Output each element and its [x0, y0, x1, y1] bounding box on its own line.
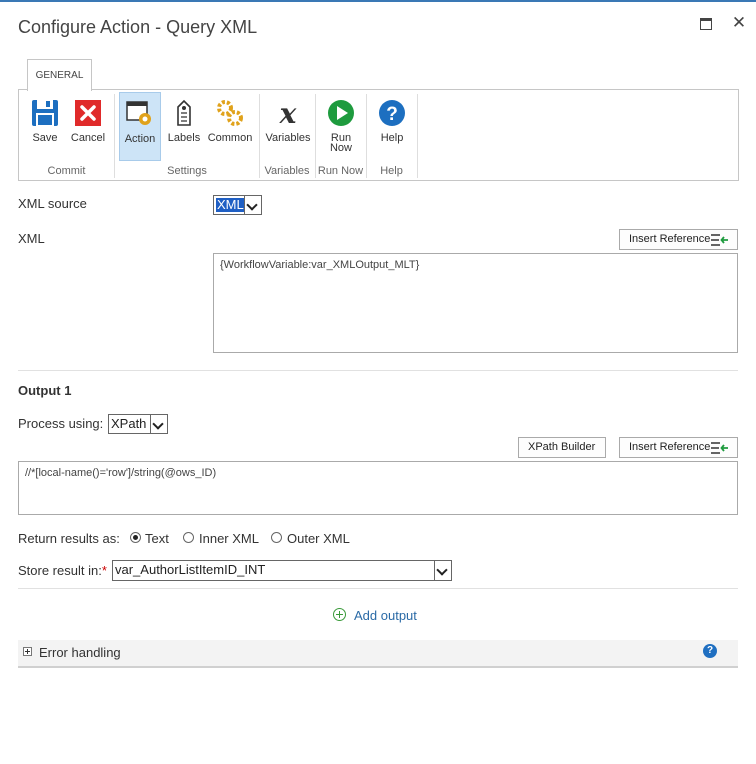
add-output-label: Add output — [354, 608, 417, 623]
store-result-select[interactable]: var_AuthorListItemID_INT — [112, 560, 452, 581]
store-result-value: var_AuthorListItemID_INT — [115, 562, 266, 577]
output-heading: Output 1 — [18, 383, 72, 398]
help-button[interactable]: ? Help — [373, 92, 411, 160]
error-handling-label: Error handling — [39, 645, 121, 660]
run-now-label: Run Now — [329, 132, 352, 154]
radio-text-label: Text — [145, 531, 169, 546]
common-button[interactable]: Common — [206, 92, 254, 160]
error-help-icon[interactable]: ? — [703, 644, 717, 658]
labels-label: Labels — [167, 132, 201, 144]
divider — [18, 588, 738, 589]
group-label-run-now: Run Now — [317, 165, 364, 177]
close-button[interactable]: ✕ — [730, 14, 748, 32]
chevron-down-icon — [434, 561, 451, 580]
cancel-label: Cancel — [70, 132, 106, 144]
variables-button[interactable]: x Variables — [262, 92, 314, 160]
process-using-value: XPath — [111, 416, 147, 431]
insert-reference-icon — [711, 234, 728, 246]
radio-text[interactable] — [130, 532, 141, 543]
insert-reference-button-xpath[interactable]: Insert Reference — [619, 437, 738, 458]
action-button[interactable]: Action — [119, 92, 161, 161]
xml-source-label: XML source — [18, 196, 87, 211]
error-handling-section[interactable]: Error handling ? — [18, 640, 738, 668]
group-label-settings: Settings — [167, 165, 207, 177]
radio-inner-xml-label: Inner XML — [199, 531, 259, 546]
xml-source-value: XML — [216, 197, 245, 212]
labels-icon — [177, 99, 191, 126]
dialog-title: Configure Action - Query XML — [18, 17, 258, 37]
svg-text:?: ? — [386, 104, 398, 125]
chevron-down-icon — [150, 415, 167, 433]
play-icon — [328, 100, 354, 126]
expand-icon[interactable] — [23, 647, 32, 656]
maximize-button[interactable] — [697, 14, 715, 32]
insert-reference-button[interactable]: Insert Reference — [619, 229, 738, 250]
variables-icon: x — [279, 98, 297, 128]
group-label-commit: Commit — [47, 165, 86, 177]
xml-label: XML — [18, 231, 45, 246]
help-label: Help — [380, 132, 404, 144]
run-now-button[interactable]: Run Now — [321, 92, 361, 160]
xpath-builder-button[interactable]: XPath Builder — [518, 437, 606, 458]
common-label: Common — [207, 132, 253, 144]
store-result-label: Store result in:* — [18, 563, 107, 578]
process-using-label: Process using: — [18, 416, 104, 431]
common-settings-icon — [217, 100, 243, 126]
insert-reference-icon — [711, 442, 728, 454]
group-separator — [417, 94, 418, 178]
ribbon: Save Cancel Commit Action Labels Common … — [18, 89, 739, 181]
divider — [18, 370, 738, 371]
xpath-textarea[interactable]: //*[local-name()='row']/string(@ows_ID) — [18, 461, 738, 515]
save-label: Save — [32, 132, 58, 144]
add-circle-icon — [333, 608, 346, 621]
process-using-select[interactable]: XPath — [108, 414, 168, 434]
store-result-text: Store result in: — [18, 563, 102, 578]
save-button[interactable]: Save — [25, 92, 65, 160]
xml-textarea[interactable]: {WorkflowVariable:var_XMLOutput_MLT} — [213, 253, 738, 353]
required-marker: * — [101, 563, 107, 578]
help-icon: ? — [379, 100, 405, 126]
svg-text:x: x — [279, 98, 297, 128]
window-top-border — [0, 0, 756, 2]
group-label-variables: Variables — [264, 165, 310, 177]
cancel-button[interactable]: Cancel — [67, 92, 109, 160]
add-output-link[interactable]: Add output — [333, 607, 417, 623]
tab-general[interactable]: GENERAL — [27, 59, 92, 91]
action-label: Action — [124, 133, 156, 145]
variables-label: Variables — [265, 132, 311, 144]
close-icon: ✕ — [731, 13, 747, 32]
return-results-label: Return results as: — [18, 531, 120, 546]
insert-reference-label: Insert Reference — [629, 233, 711, 245]
cancel-icon — [75, 100, 101, 126]
xml-source-select[interactable]: XML — [213, 195, 262, 215]
insert-reference-label: Insert Reference — [629, 441, 711, 453]
radio-inner-xml[interactable] — [183, 532, 194, 543]
action-icon — [126, 101, 151, 125]
chevron-down-icon — [244, 196, 261, 214]
group-label-help: Help — [380, 165, 403, 177]
save-icon — [32, 100, 58, 127]
radio-outer-xml-label: Outer XML — [287, 531, 350, 546]
radio-outer-xml[interactable] — [271, 532, 282, 543]
maximize-icon — [700, 18, 712, 30]
labels-button[interactable]: Labels — [165, 92, 203, 160]
